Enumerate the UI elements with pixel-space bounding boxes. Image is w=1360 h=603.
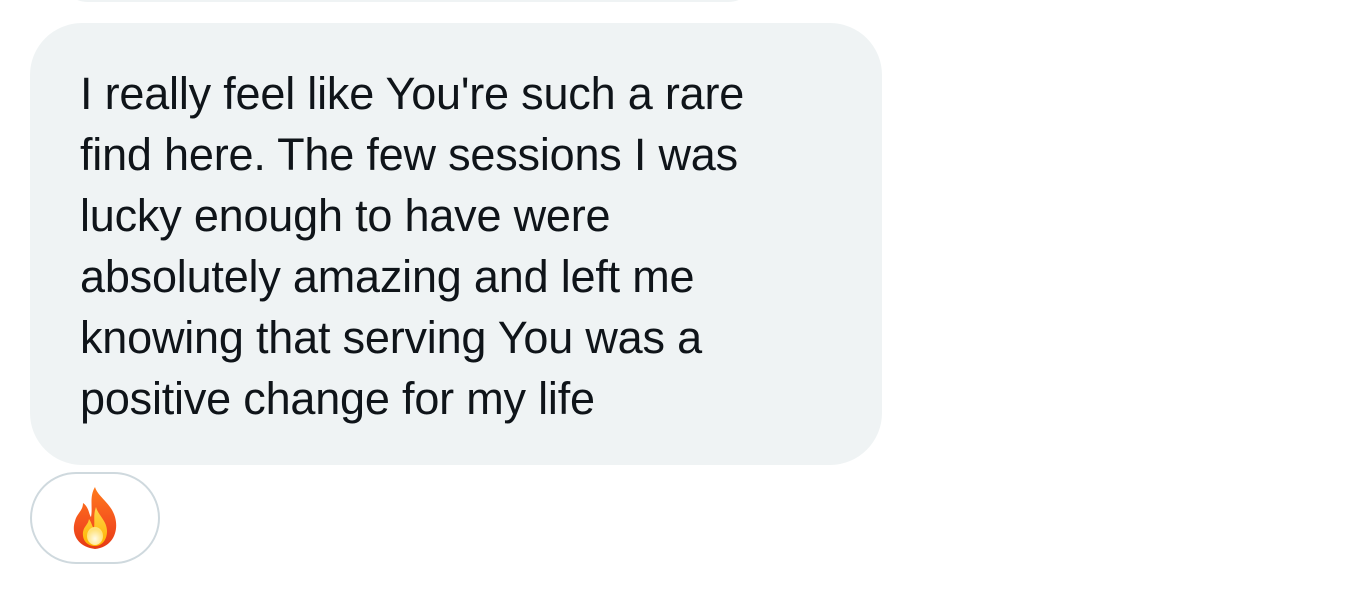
message-text: I really feel like You're such a rare fi…: [80, 68, 745, 424]
previous-message-bubble: [58, 0, 758, 2]
reaction-pill[interactable]: [30, 472, 160, 564]
message-bubble[interactable]: I really feel like You're such a rare fi…: [30, 23, 882, 465]
fire-icon: [73, 487, 117, 549]
